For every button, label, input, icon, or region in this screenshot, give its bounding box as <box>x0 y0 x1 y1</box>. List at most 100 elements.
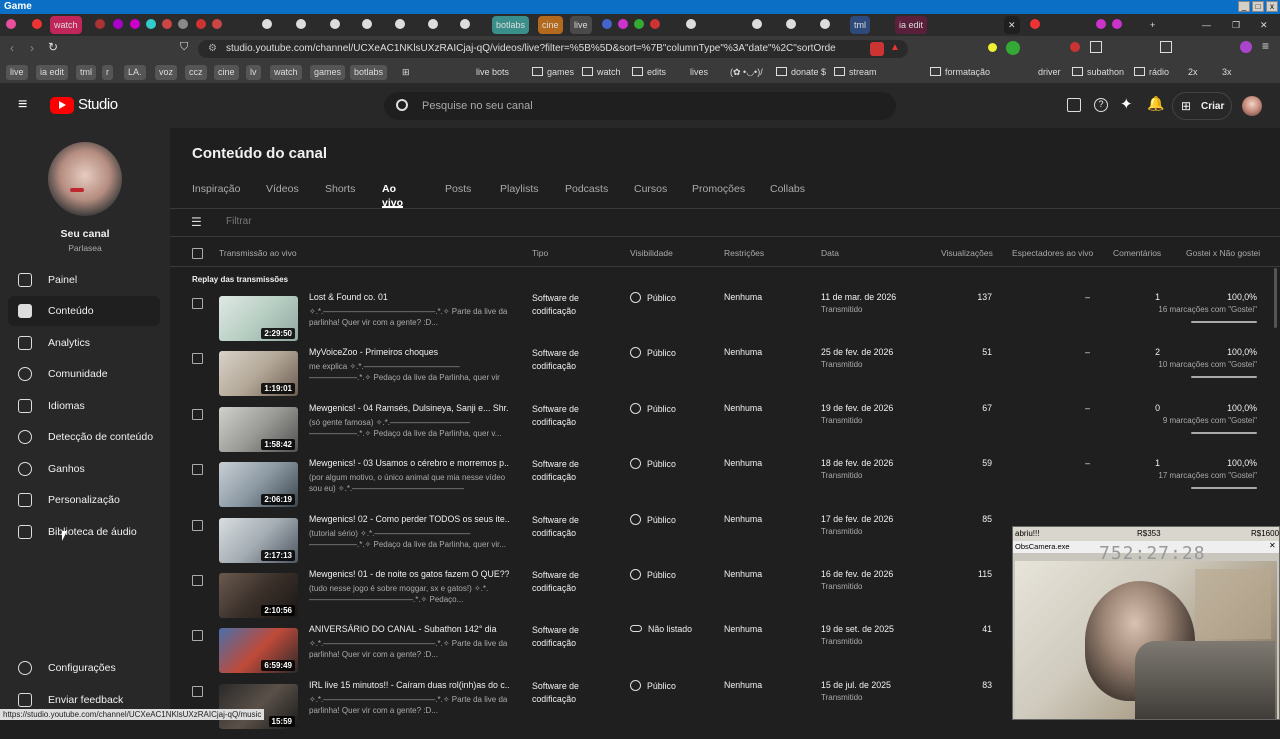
forward-icon[interactable]: › <box>30 41 34 55</box>
video-title[interactable]: Lost & Found co. 01 <box>309 292 509 302</box>
tab-ao-vivo[interactable]: Ao vivo <box>382 182 404 210</box>
tab-favicon-icon[interactable] <box>6 19 16 29</box>
row-checkbox[interactable] <box>192 353 203 365</box>
bookmark-folder-subathon[interactable]: subathon <box>1072 65 1124 80</box>
table-row[interactable]: 2:29:50 Lost & Found co. 01 ✧.*.————————… <box>170 292 1280 351</box>
filter-input[interactable]: Filtrar <box>226 216 252 227</box>
close-tab-icon[interactable]: ✕ <box>1004 16 1020 34</box>
maximize-window-button[interactable]: □ <box>1252 1 1264 12</box>
tab-cursos[interactable]: Cursos <box>634 182 667 196</box>
tab-botlabs[interactable]: botlabs <box>492 16 530 34</box>
sidebar-item-painel[interactable]: Painel <box>8 265 160 295</box>
back-icon[interactable]: ‹ <box>10 41 14 55</box>
minimize-window-button[interactable]: _ <box>1238 1 1250 12</box>
bookmark-chip[interactable]: watch <box>270 65 302 80</box>
tab-favicon-icon[interactable] <box>395 19 405 29</box>
bookmark-folder-stream[interactable]: stream <box>834 65 877 80</box>
extension-icon[interactable] <box>870 42 884 56</box>
bookmark-folder-donate[interactable]: donate $ <box>776 65 826 80</box>
column-header-views[interactable]: Visualizações <box>941 248 993 258</box>
tab-favicon-icon[interactable] <box>196 19 206 29</box>
visibility-dropdown[interactable]: Não listado <box>630 624 692 634</box>
scrollbar-thumb[interactable] <box>1274 268 1277 328</box>
table-row[interactable]: 1:58:42 Mewgenics! - 04 Ramsés, Dulsiney… <box>170 402 1280 462</box>
bookmark-chip[interactable]: tml <box>76 65 96 80</box>
new-tab-icon[interactable]: + <box>1146 16 1159 34</box>
video-thumbnail[interactable]: 2:17:13 <box>219 517 298 563</box>
close-window-button[interactable]: x <box>1266 1 1278 12</box>
tab-promocoes[interactable]: Promoções <box>692 182 745 196</box>
tab-tml[interactable]: tml <box>850 16 870 34</box>
bookmark-chip[interactable]: lv <box>246 65 261 80</box>
tab-favicon-icon[interactable] <box>362 19 372 29</box>
bookmark-3x[interactable]: 3x <box>1218 65 1236 80</box>
column-header-date[interactable]: Data <box>821 248 839 258</box>
close-browser-icon[interactable]: ✕ <box>1256 16 1272 34</box>
bookmark-chip[interactable]: LA. <box>124 65 146 80</box>
bookmark-folder-games[interactable]: games <box>532 65 574 80</box>
sidebar-item-comunidade[interactable]: Comunidade <box>8 359 160 389</box>
bookmark-folder-edits[interactable]: edits <box>632 65 666 80</box>
video-thumbnail[interactable]: 1:19:01 <box>219 351 298 397</box>
tab-favicon-icon[interactable] <box>330 19 340 29</box>
bookmark-live-bots[interactable]: live bots <box>472 65 513 80</box>
bookmark-chip[interactable]: r <box>102 65 113 80</box>
notifications-icon[interactable]: 🔔 <box>1147 95 1164 112</box>
row-checkbox[interactable] <box>192 630 203 642</box>
tab-watch[interactable]: watch <box>50 16 82 34</box>
tab-videos[interactable]: Vídeos <box>266 182 299 196</box>
video-title[interactable]: Mewgenics! - 04 Ramsés, Dulsineya, Sanji… <box>309 403 509 413</box>
extension-icon[interactable] <box>1070 42 1080 52</box>
table-row[interactable]: 2:06:19 Mewgenics! - 03 Usamos o cérebro… <box>170 458 1280 517</box>
video-title[interactable]: IRL live 15 minutos!! - Caíram duas rol(… <box>309 680 509 690</box>
reload-icon[interactable]: ↻ <box>48 40 58 54</box>
sidebar-item-idiomas[interactable]: Idiomas <box>8 391 160 421</box>
tab-playlists[interactable]: Playlists <box>500 182 539 196</box>
channel-avatar[interactable] <box>48 142 122 216</box>
column-header-live[interactable]: Transmissão ao vivo <box>219 248 297 258</box>
tab-favicon-icon[interactable] <box>113 19 123 29</box>
tab-favicon-icon[interactable] <box>786 19 796 29</box>
row-checkbox[interactable] <box>192 298 203 309</box>
extension-icon[interactable] <box>1090 41 1102 53</box>
bookmark-chip[interactable]: live <box>6 65 28 80</box>
tab-favicon-icon[interactable] <box>428 19 438 29</box>
tab-cine[interactable]: cine <box>538 16 563 34</box>
row-checkbox[interactable] <box>192 685 203 697</box>
sparkle-icon[interactable]: ✦ <box>1120 95 1133 113</box>
search-input[interactable]: Pesquise no seu canal <box>422 92 533 120</box>
column-header-comments[interactable]: Comentários <box>1113 248 1161 258</box>
visibility-dropdown[interactable]: Público <box>630 458 676 470</box>
hamburger-menu-icon[interactable]: ≡ <box>18 96 27 114</box>
sidebar-item-analytics[interactable]: Analytics <box>8 328 160 358</box>
bookmark-chip[interactable]: ccz <box>185 65 207 80</box>
sidebar-item-configuracoes[interactable]: Configurações <box>8 653 160 683</box>
extension-icon[interactable] <box>988 43 997 52</box>
extension-icon[interactable] <box>1240 41 1252 53</box>
sidebar-item-ganhos[interactable]: Ganhos <box>8 454 160 484</box>
sidebar-toggle-icon[interactable] <box>1160 41 1172 53</box>
tab-favicon-icon[interactable] <box>162 19 172 29</box>
bookmark-chip[interactable]: voz <box>155 65 178 80</box>
youtube-logo-icon[interactable] <box>50 97 74 114</box>
row-checkbox[interactable] <box>192 464 203 476</box>
tab-favicon-icon[interactable] <box>618 19 628 29</box>
brave-shield-icon[interactable]: ▲ <box>890 42 900 53</box>
help-icon[interactable]: ? <box>1094 98 1108 112</box>
bookmark-kaomoji[interactable]: (✿ •◡•)/ <box>726 65 767 80</box>
row-checkbox[interactable] <box>192 408 203 420</box>
bookmark-driver[interactable]: driver <box>1034 65 1065 80</box>
search-bar[interactable]: Pesquise no seu canal <box>384 92 896 120</box>
tab-favicon-icon[interactable] <box>820 19 830 29</box>
restore-browser-icon[interactable]: ❐ <box>1228 16 1244 34</box>
bookmark-icon[interactable]: ⛉ <box>180 41 188 54</box>
site-info-icon[interactable]: ⚙ <box>208 43 217 54</box>
filter-icon[interactable]: ☰ <box>191 215 202 229</box>
tab-favicon-icon[interactable] <box>634 19 644 29</box>
minimize-browser-icon[interactable]: — <box>1198 16 1215 34</box>
sidebar-item-conteudo[interactable]: Conteúdo <box>8 296 160 326</box>
visibility-dropdown[interactable]: Público <box>630 679 676 691</box>
video-thumbnail[interactable]: 6:59:49 <box>219 628 298 674</box>
tab-posts[interactable]: Posts <box>445 182 471 196</box>
tab-favicon-icon[interactable] <box>130 19 140 29</box>
